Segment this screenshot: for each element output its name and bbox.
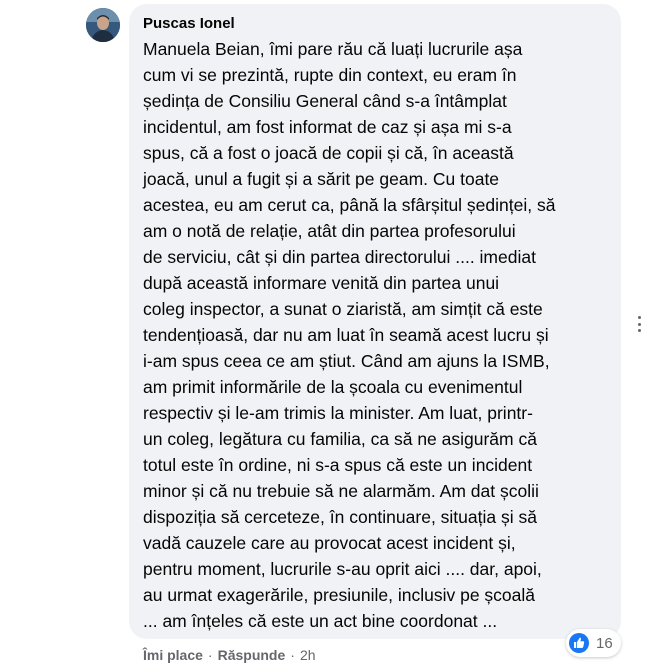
like-icon [568,632,590,654]
comment-line: totul este în ordine, ni s-a spus că est… [143,455,533,475]
comment-line: de serviciu, cât și din partea directoru… [143,247,536,267]
like-button[interactable]: Îmi place [143,647,203,663]
comment: Puscas Ionel Manuela Beian, îmi pare rău… [0,0,646,671]
dot [637,322,641,326]
comment-line: Manuela Beian, îmi pare rău că luați luc… [143,39,523,59]
comment-line: coleg inspector, a sunat o ziaristă, am … [143,299,543,319]
comment-line: respectiv și le-am trimis la minister. A… [143,403,533,423]
comment-text: Manuela Beian, îmi pare rău că luați luc… [143,36,609,634]
dot [637,329,641,332]
reaction-count: 16 [596,634,613,652]
dot [637,316,641,319]
comment-line: vadă cauzele care au provocat acest inci… [143,533,516,553]
comment-line: după această informare venită din partea… [143,273,500,293]
comment-line: cum vi se prezintă, rupte din context, e… [143,65,517,85]
comment-line: un coleg, legătura cu familia, ca să ne … [143,429,537,449]
comment-line: am primit informările de la școala cu ev… [143,377,523,397]
profile-photo-icon [86,8,120,42]
avatar[interactable] [86,8,120,42]
separator: · [207,647,213,663]
comment-line: joacă, unul a fugit și a sărit pe geam. … [143,169,500,189]
reply-button[interactable]: Răspunde [218,647,286,663]
comment-line: i-am spus ceea ce am știut. Când am ajun… [143,351,550,371]
comment-line: tendențioasă, dar nu am luat în seamă ac… [143,325,549,345]
author-name[interactable]: Puscas Ionel [143,14,609,34]
comment-line: acestea, eu am cerut ca, până la sfârșit… [143,195,556,215]
comment-line: au urmat exagerările, presiunile, inclus… [143,585,536,605]
timestamp[interactable]: 2h [300,647,316,663]
comment-line: ședința de Consiliu General când s-a înt… [143,91,507,111]
comment-actions: Îmi place · Răspunde · 2h [143,645,316,665]
comment-line: minor și că nu trebuie să ne alarmăm. Am… [143,481,539,501]
comment-line: spus, că a fost o joacă de copii și că, … [143,143,514,163]
comment-line: incidentul, am fost informat de caz și a… [143,117,512,137]
comment-line: pentru moment, lucrurile s-au oprit aici… [143,559,542,579]
separator: · [290,647,295,663]
more-options-icon[interactable] [636,316,642,332]
comment-line: dispoziția să cerceteze, în continuare, … [143,507,537,527]
comment-bubble: Puscas Ionel Manuela Beian, îmi pare rău… [129,4,621,639]
reaction-summary[interactable]: 16 [566,629,621,657]
comment-line: ... am înțeles că este un act bine coord… [143,611,498,631]
comment-line: am o notă de relație, atât din partea pr… [143,221,516,241]
